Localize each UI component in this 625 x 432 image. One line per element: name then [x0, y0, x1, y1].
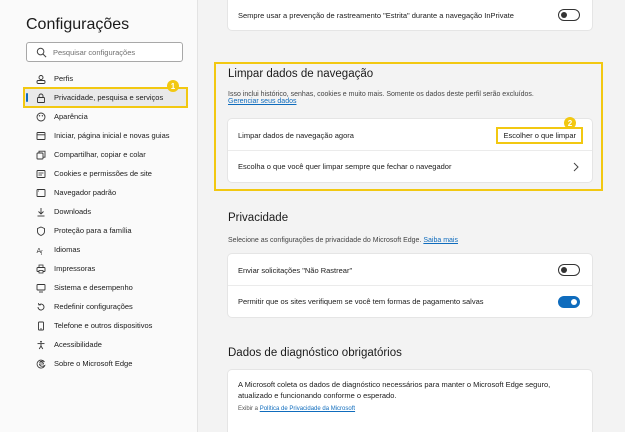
clear-data-card: Limpar dados de navegação agora Escolher… [228, 119, 592, 182]
sidebar-item-label: Impressoras [54, 264, 96, 273]
download-icon [36, 207, 46, 217]
privacy-title: Privacidade [228, 212, 289, 224]
edge-icon [36, 359, 46, 369]
sidebar-item-label: Acessibilidade [54, 340, 102, 349]
sidebar-item-appearance[interactable]: Aparência [24, 107, 187, 126]
strict-tracking-row: Sempre usar a prevenção de rastreamento … [228, 0, 592, 30]
diagnostics-policy-line: Exibir a Política de Privacidade da Micr… [238, 406, 356, 412]
sidebar-item-reset[interactable]: Redefinir configurações [24, 297, 187, 316]
sidebar-item-label: Compartilhar, copiar e colar [54, 150, 146, 159]
choose-what-to-clear-button[interactable]: Escolher o que limpar [496, 127, 583, 144]
sidebar-item-label: Iniciar, página inicial e novas guias [54, 131, 170, 140]
do-not-track-row: Enviar solicitações "Não Rastrear" [228, 254, 592, 286]
share-icon [36, 150, 46, 160]
settings-nav: Perfis Privacidade, pesquisa e serviços Ap… [23, 69, 188, 373]
chevron-right-icon [573, 162, 579, 172]
sidebar-item-download[interactable]: Downloads [24, 202, 187, 221]
manage-data-link[interactable]: Gerenciar seus dados [228, 98, 296, 105]
home-tabs-icon [36, 131, 46, 141]
sidebar-item-phone[interactable]: Telefone e outros dispositivos [24, 316, 187, 335]
sidebar-item-label: Privacidade, pesquisa e serviços [54, 93, 164, 102]
step-badge-1: 1 [167, 80, 179, 92]
sidebar-item-edge[interactable]: Sobre o Microsoft Edge [24, 354, 187, 373]
sidebar-item-label: Proteção para a família [54, 226, 132, 235]
family-icon [36, 226, 46, 236]
privacy-card: Enviar solicitações "Não Rastrear" Permi… [228, 254, 592, 317]
appearance-icon [36, 112, 46, 122]
sidebar-item-label: Aparência [54, 112, 88, 121]
clear-on-close-label: Escolha o que você quer limpar sempre qu… [238, 162, 452, 171]
strict-tracking-toggle[interactable] [558, 9, 580, 21]
diagnostics-card: A Microsoft coleta os dados de diagnósti… [228, 370, 592, 432]
settings-title: Configurações [26, 16, 130, 33]
sidebar-item-label: Sobre o Microsoft Edge [54, 359, 133, 368]
payment-methods-toggle[interactable] [558, 295, 580, 308]
payment-methods-label: Permitir que os sites verifiquem se você… [238, 297, 484, 306]
do-not-track-toggle[interactable] [558, 264, 580, 276]
sidebar-item-accessibility[interactable]: Acessibilidade [24, 335, 187, 354]
sidebar-item-browser[interactable]: Navegador padrão [24, 183, 187, 202]
clear-data-description: Isso inclui histórico, senhas, cookies e… [228, 91, 534, 105]
cookie-icon [36, 169, 46, 179]
phone-icon [36, 321, 46, 331]
sidebar-item-home-tabs[interactable]: Iniciar, página inicial e novas guias [24, 126, 187, 145]
svg-text:ʃ: ʃ [40, 250, 43, 255]
search-box[interactable] [26, 42, 183, 62]
language-icon: Aʃ [36, 245, 46, 255]
sidebar-item-label: Perfis [54, 74, 74, 83]
sidebar-item-language[interactable]: Aʃ Idiomas [24, 240, 187, 259]
privacy-description: Selecione as configurações de privacidad… [228, 237, 458, 244]
sidebar-item-system[interactable]: Sistema e desempenho [24, 278, 187, 297]
clear-data-title: Limpar dados de navegação [228, 68, 374, 80]
sidebar-item-cookie[interactable]: Cookies e permissões de site [24, 164, 187, 183]
reset-icon [36, 302, 46, 312]
system-icon [36, 283, 46, 293]
step-badge-2: 2 [564, 117, 576, 129]
diagnostics-text: A Microsoft coleta os dados de diagnósti… [238, 380, 551, 400]
sidebar-item-label: Redefinir configurações [54, 302, 133, 311]
lock-icon [36, 93, 46, 103]
printer-icon [36, 264, 46, 274]
sidebar-item-family[interactable]: Proteção para a família [24, 221, 187, 240]
sidebar-item-label: Navegador padrão [54, 188, 117, 197]
strict-tracking-label: Sempre usar a prevenção de rastreamento … [238, 10, 514, 20]
sidebar-item-label: Sistema e desempenho [54, 283, 133, 292]
profile-icon [36, 74, 46, 84]
sidebar-item-printer[interactable]: Impressoras [24, 259, 187, 278]
sidebar-item-label: Telefone e outros dispositivos [54, 321, 153, 330]
payment-methods-row: Permitir que os sites verifiquem se você… [228, 285, 592, 317]
settings-sidebar: Configurações Perfis Privacidade, pesquis… [0, 0, 198, 432]
search-input[interactable] [53, 45, 178, 59]
clear-now-label: Limpar dados de navegação agora [238, 130, 354, 140]
sidebar-item-lock[interactable]: Privacidade, pesquisa e serviços [23, 87, 188, 108]
clear-now-row: Limpar dados de navegação agora Escolher… [228, 119, 592, 151]
learn-more-link[interactable]: Saiba mais [423, 237, 458, 244]
sidebar-item-share[interactable]: Compartilhar, copiar e colar [24, 145, 187, 164]
sidebar-item-label: Cookies e permissões de site [54, 169, 152, 178]
accessibility-icon [36, 340, 46, 350]
privacy-policy-link[interactable]: Política de Privacidade da Microsoft [260, 406, 355, 412]
sidebar-item-profile[interactable]: Perfis [24, 69, 187, 88]
tracking-card: Sempre usar a prevenção de rastreamento … [228, 0, 592, 30]
sidebar-item-label: Idiomas [54, 245, 81, 254]
search-icon [36, 47, 47, 58]
browser-icon [36, 188, 46, 198]
settings-main: Sempre usar a prevenção de rastreamento … [199, 0, 625, 432]
clear-on-close-row[interactable]: Escolha o que você quer limpar sempre qu… [228, 150, 592, 182]
sidebar-item-label: Downloads [54, 207, 92, 216]
diagnostics-title: Dados de diagnóstico obrigatórios [228, 347, 402, 359]
do-not-track-label: Enviar solicitações "Não Rastrear" [238, 265, 353, 275]
